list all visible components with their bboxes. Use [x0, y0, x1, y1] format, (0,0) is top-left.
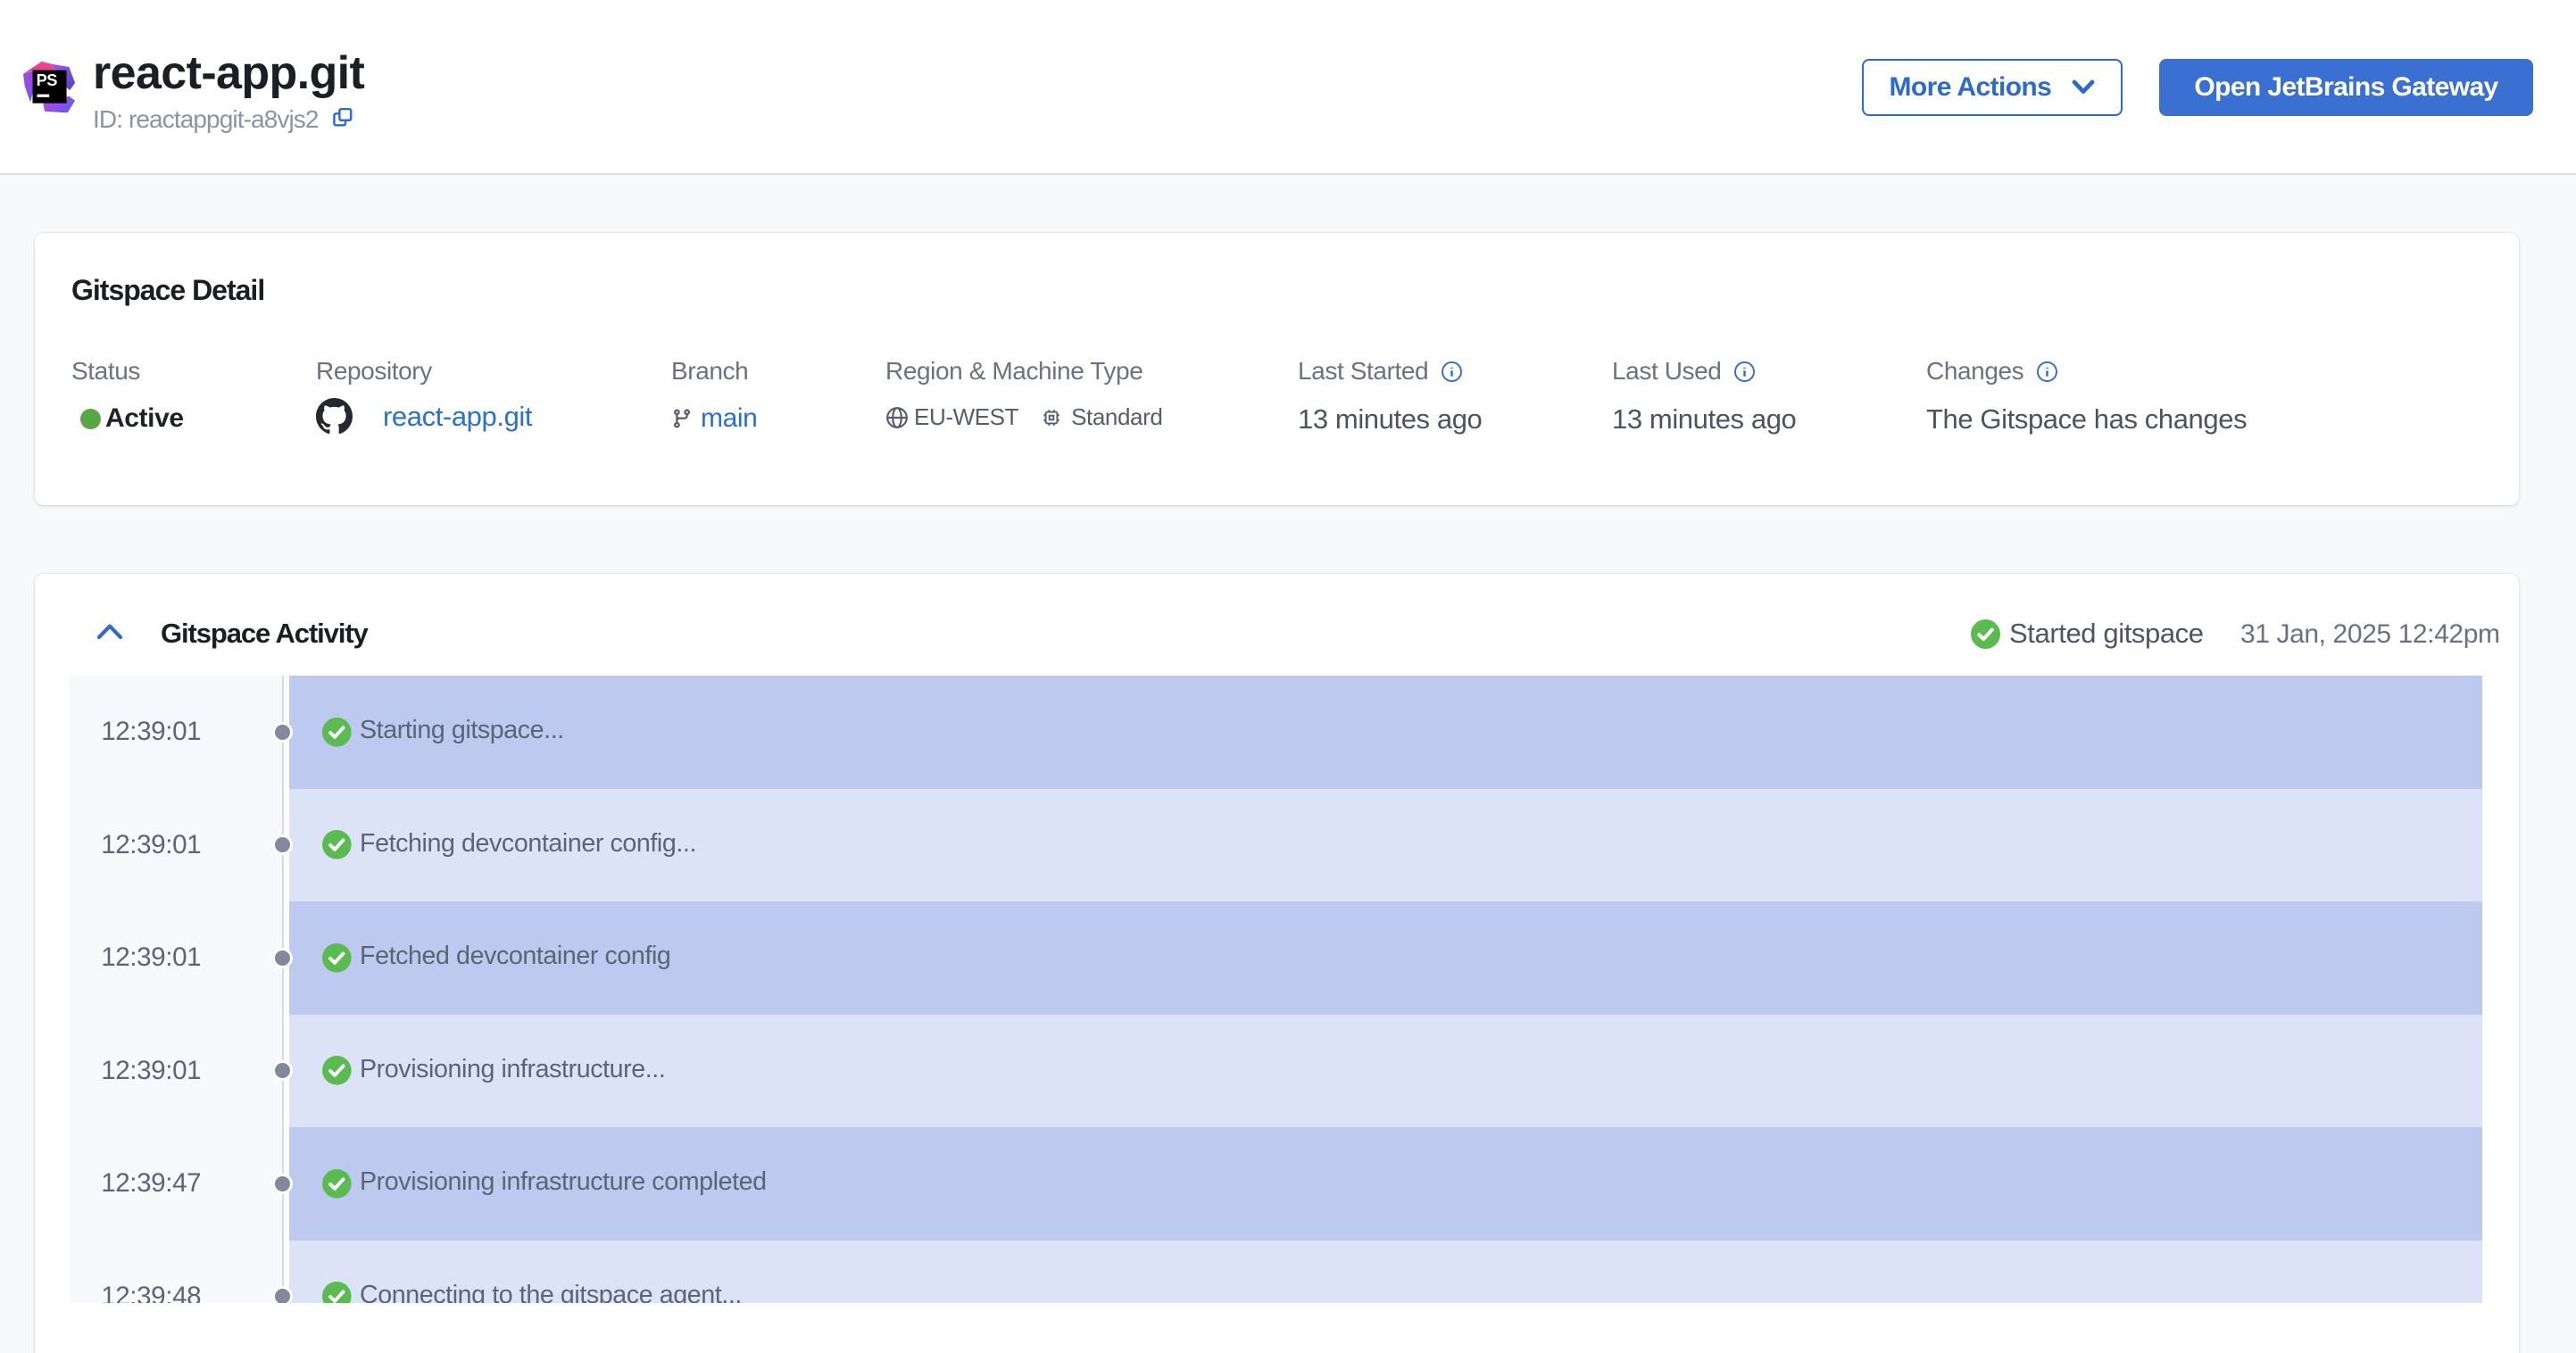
svg-text:PS: PS	[37, 71, 58, 89]
